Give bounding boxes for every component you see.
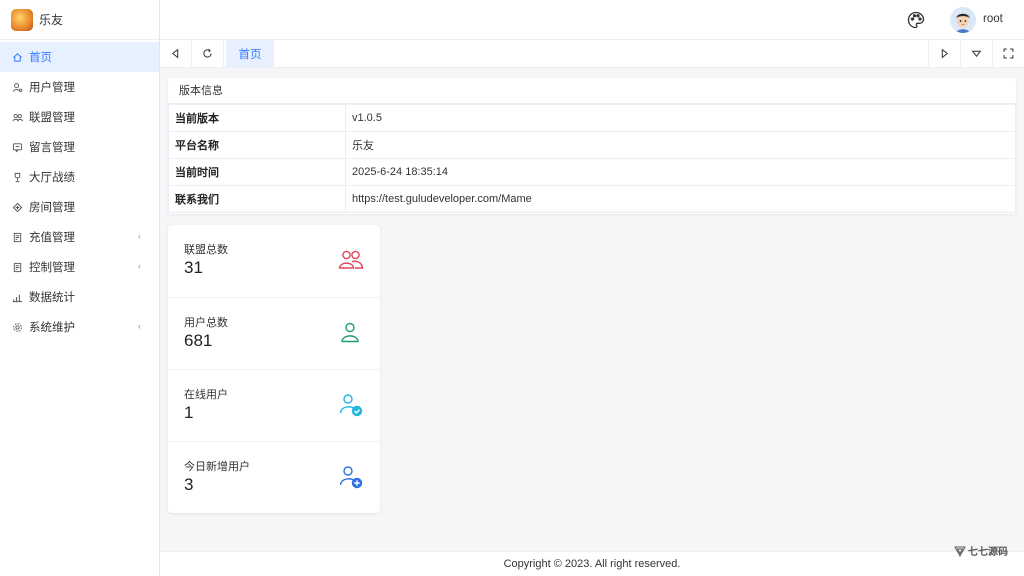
sidebar-item-messages[interactable]: 留言管理 [0, 132, 159, 162]
stat-label: 在线用户 [184, 389, 228, 401]
stat-value: 681 [184, 331, 213, 350]
stat-label: 联盟总数 [184, 244, 228, 256]
chevron-left-icon: ‹ [138, 231, 141, 241]
app-logo [11, 8, 33, 31]
palette-icon[interactable] [906, 10, 926, 30]
sidebar-item-alliance[interactable]: 联盟管理 [0, 102, 159, 132]
card-title: 版本信息 [168, 78, 1016, 104]
sidebar-item-recharge[interactable]: 充值管理 ‹ [0, 222, 159, 252]
tab-home[interactable]: 首页 [226, 40, 274, 67]
tabs-scroll-right-button[interactable] [928, 40, 960, 67]
app-name: 乐友 [39, 13, 64, 27]
users-icon [11, 111, 23, 123]
recharge-icon [11, 231, 23, 243]
stat-label: 今日新增用户 [184, 461, 250, 473]
watermark-text: 七七源码 [968, 547, 1008, 558]
row-value: v1.0.5 [345, 104, 1016, 132]
avatar[interactable] [950, 7, 976, 33]
stat-value: 31 [184, 258, 203, 277]
sidebar-item-label: 联盟管理 [29, 112, 75, 124]
sidebar-item-label: 大厅战绩 [29, 172, 75, 184]
stat-card-online: 在线用户 1 [168, 369, 380, 441]
refresh-icon [203, 48, 212, 58]
sidebar-item-statistics[interactable]: 数据统计 [0, 282, 159, 312]
sidebar-item-home[interactable]: 首页 [0, 42, 159, 72]
contact-link[interactable]: https://test.guludeveloper.com/Mame [345, 185, 1016, 213]
stat-label: 用户总数 [184, 317, 228, 329]
row-value: 乐友 [345, 131, 1016, 159]
caret-left-icon [171, 48, 179, 59]
sidebar-item-label: 留言管理 [29, 142, 75, 154]
row-key: 当前版本 [168, 104, 346, 132]
copyright-text: Copyright © 2023. All right reserved. [503, 558, 681, 570]
sidebar-item-label: 充值管理 [29, 232, 75, 244]
sidebar-item-records[interactable]: 大厅战绩 [0, 162, 159, 192]
stat-value: 1 [184, 403, 194, 422]
group-icon [338, 250, 364, 269]
row-key: 平台名称 [168, 131, 346, 159]
sidebar-item-control[interactable]: 控制管理 ‹ [0, 252, 159, 282]
sidebar-menu: 首页 用户管理 联盟管理 留言管理 大厅战绩 房间管理 充值管理 ‹ 控制管理 … [0, 42, 159, 342]
watermark-logo-icon [954, 546, 966, 557]
row-value: 2025-6-24 18:35:14 [345, 158, 1016, 186]
user-check-icon [339, 394, 363, 417]
settings-icon [11, 321, 23, 333]
stat-card-alliances: 联盟总数 31 [168, 225, 380, 297]
chevron-left-icon: ‹ [138, 321, 141, 331]
user-icon [341, 322, 359, 343]
tabs-menu-button[interactable] [960, 40, 992, 67]
user-icon [11, 81, 23, 93]
stat-card-users: 用户总数 681 [168, 297, 380, 369]
caret-right-icon [941, 48, 949, 59]
footer: Copyright © 2023. All right reserved. [160, 551, 1024, 576]
sidebar-item-system[interactable]: 系统维护 ‹ [0, 312, 159, 342]
chart-icon [11, 291, 23, 303]
control-icon [11, 261, 23, 273]
trophy-icon [11, 171, 23, 183]
home-icon [11, 51, 23, 63]
caret-down-icon [971, 50, 982, 58]
watermark: 七七源码 [954, 542, 1010, 560]
message-icon [11, 141, 23, 153]
refresh-button[interactable] [192, 40, 224, 67]
top-header: root [160, 0, 1024, 40]
sidebar-item-label: 用户管理 [29, 82, 75, 94]
version-info-table: 当前版本 v1.0.5 平台名称 乐友 当前时间 2025-6-24 18:35… [168, 104, 1016, 213]
row-key: 联系我们 [168, 185, 346, 213]
chevron-left-icon: ‹ [138, 261, 141, 271]
sidebar-item-label: 首页 [29, 52, 52, 64]
sidebar-item-rooms[interactable]: 房间管理 [0, 192, 159, 222]
row-key: 当前时间 [168, 158, 346, 186]
stat-value: 3 [184, 475, 194, 494]
sidebar-item-label: 控制管理 [29, 262, 75, 274]
table-row: 当前时间 2025-6-24 18:35:14 [168, 158, 1016, 186]
stat-card-new-users: 今日新增用户 3 [168, 441, 380, 513]
room-icon [11, 201, 23, 213]
table-row: 当前版本 v1.0.5 [168, 104, 1016, 132]
sidebar-item-users[interactable]: 用户管理 [0, 72, 159, 102]
stats-panel: 联盟总数 31 用户总数 681 在线用户 1 今日新增用户 3 [168, 225, 380, 513]
tabs-bar: 首页 [160, 40, 1024, 68]
version-info-card: 版本信息 当前版本 v1.0.5 平台名称 乐友 当前时间 2025-6-24 … [168, 78, 1016, 214]
fullscreen-button[interactable] [992, 40, 1024, 67]
user-add-icon [339, 466, 363, 489]
fullscreen-icon [1003, 48, 1014, 59]
sidebar: 乐友 首页 用户管理 联盟管理 留言管理 大厅战绩 房间管理 充值管理 ‹ 控制… [0, 0, 160, 576]
sidebar-item-label: 数据统计 [29, 292, 75, 304]
username[interactable]: root [983, 13, 1003, 25]
sidebar-item-label: 系统维护 [29, 322, 75, 334]
sidebar-item-label: 房间管理 [29, 202, 75, 214]
brand[interactable]: 乐友 [0, 0, 159, 40]
tabs-scroll-left-button[interactable] [160, 40, 192, 67]
table-row: 平台名称 乐友 [168, 131, 1016, 159]
table-row: 联系我们 https://test.guludeveloper.com/Mame [168, 185, 1016, 213]
